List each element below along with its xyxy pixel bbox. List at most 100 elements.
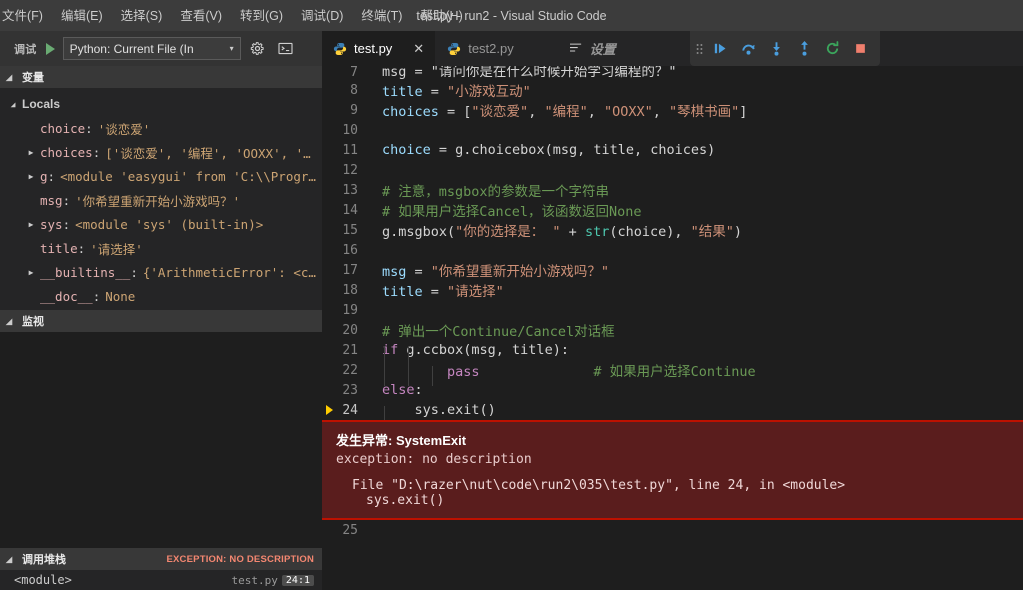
menu-selection[interactable]: 选择(S) — [112, 4, 172, 28]
code-token: "小游戏互动" — [447, 84, 531, 100]
code-line-after-exception[interactable]: 25 — [322, 520, 1023, 540]
code-editor[interactable]: 7 msg = "请问你是在什么时候开始学习编程的？" 8 title = "小游戏互… — [322, 66, 1023, 590]
code-line[interactable]: 20 # 弹出一个Continue/Cancel对话框 — [322, 320, 1023, 341]
variable-row-sys[interactable]: ▶ sys : <module 'sys' (built-in)> — [0, 212, 322, 236]
code-line[interactable]: 19 — [322, 300, 1023, 320]
debug-launch-toolbar: 调试 Python: Current File (In ▾ — [0, 31, 322, 66]
chevron-right-icon[interactable]: ▶ — [22, 220, 40, 229]
debug-configuration-dropdown[interactable]: Python: Current File (In ▾ — [62, 37, 241, 60]
variables-list[interactable]: ◢ Locals choice : '谈恋爱' ▶ choices : ['谈恋… — [0, 88, 322, 308]
restart-button[interactable] — [818, 35, 846, 63]
code-token: "琴棋书画" — [669, 104, 740, 120]
variable-row-title[interactable]: title : '请选择' — [0, 236, 322, 260]
code-token: g.msgbox( — [382, 224, 456, 240]
code-token: = — [430, 84, 448, 100]
line-number: 25 — [342, 522, 358, 538]
code-line[interactable]: 12 — [322, 160, 1023, 180]
variables-pane-header[interactable]: ◢ 变量 — [0, 66, 322, 88]
step-into-button[interactable] — [762, 35, 790, 63]
debug-console-icon[interactable] — [275, 38, 297, 60]
exception-widget: 发生异常: SystemExit exception: no descripti… — [322, 420, 1023, 520]
code-line[interactable]: 11 choice = g.choicebox(msg, title, choic… — [322, 140, 1023, 160]
code-line[interactable]: 14 # 如果用户选择Cancel，该函数返回None — [322, 200, 1023, 221]
code-lines[interactable]: 7 msg = "请问你是在什么时候开始学习编程的？" 8 title = "小游戏互… — [322, 66, 1023, 426]
menu-file[interactable]: 文件(F) — [0, 4, 52, 28]
menu-edit[interactable]: 编辑(E) — [52, 4, 112, 28]
code-token: "结果" — [690, 224, 734, 240]
chevron-right-icon[interactable]: ▶ — [22, 268, 40, 277]
code-token: "编程" — [544, 104, 588, 120]
continue-button[interactable] — [706, 35, 734, 63]
tab-label: 设置 — [589, 42, 616, 57]
code-token: msg = "请问你是在什么时候开始学习编程的？" — [382, 66, 677, 80]
gear-icon[interactable] — [247, 38, 269, 60]
line-number: 9 — [350, 102, 358, 118]
watch-pane-header[interactable]: ◢ 监视 — [0, 310, 322, 332]
step-out-button[interactable] — [790, 35, 818, 63]
variable-row-msg[interactable]: msg : '你希望重新开始小游戏吗？' — [0, 188, 322, 212]
variable-row-g[interactable]: ▶ g : <module 'easygui' from 'C:\\Progr… — [0, 164, 322, 188]
chevron-down-icon: ◢ — [6, 554, 13, 564]
menu-terminal[interactable]: 终端(T) — [352, 4, 411, 28]
variable-row-builtins[interactable]: ▶ __builtins__ : {'ArithmeticError': <c… — [0, 260, 322, 284]
variable-row-choices[interactable]: ▶ choices : ['谈恋爱', '编程', 'OOXX', '… — [0, 140, 322, 164]
code-line[interactable]: 18 title = "请选择" — [322, 280, 1023, 301]
code-line[interactable]: 21 if g.ccbox(msg, title): — [322, 340, 1023, 360]
code-line[interactable]: 9 choices = ["谈恋爱", "编程", "OOXX", "琴棋书画"] — [322, 100, 1023, 121]
callstack-frame-file: test.py — [231, 573, 278, 587]
variable-value: {'ArithmeticError': <c… — [142, 264, 316, 280]
variable-value: ['谈恋爱', '编程', 'OOXX', '… — [105, 145, 311, 161]
chevron-down-icon: ◢ — [6, 72, 13, 82]
menu-help[interactable]: 帮助(H) — [411, 4, 471, 28]
variable-value: '你希望重新开始小游戏吗？' — [75, 193, 241, 209]
variable-row-doc[interactable]: __doc__ : None — [0, 284, 322, 308]
callstack-pane-header[interactable]: ◢ 调用堆栈 EXCEPTION: NO DESCRIPTION — [0, 548, 322, 570]
tab-test-py[interactable]: test.py ✕ — [322, 31, 437, 66]
stop-button[interactable] — [846, 35, 874, 63]
scope-label: Locals — [22, 97, 61, 111]
current-execution-arrow-icon — [326, 405, 333, 415]
code-token: # 注意，msgbox的参数是一个字符串 — [382, 184, 610, 200]
variable-row-choice[interactable]: choice : '谈恋爱' — [0, 116, 322, 140]
exception-trace-file: File "D:\razer\nut\code\run2\035\test.py… — [352, 478, 846, 493]
code-line[interactable]: 22 pass # 如果用户选择Continue — [322, 360, 1023, 381]
chevron-right-icon[interactable]: ▶ — [22, 172, 40, 181]
close-icon[interactable]: ✕ — [413, 42, 424, 55]
drag-handle[interactable] — [692, 41, 706, 57]
code-text: choice = g.choicebox(msg, title, choices… — [378, 142, 715, 158]
code-line[interactable]: 8 title = "小游戏互动" — [322, 80, 1023, 101]
exception-trace-code: sys.exit() — [366, 493, 445, 508]
line-number: 24 — [322, 403, 378, 418]
code-token: , — [528, 104, 545, 120]
menu-debug[interactable]: 调试(D) — [292, 4, 352, 28]
vscode-window: 文件(F) 编辑(E) 选择(S) 查看(V) 转到(G) 调试(D) 终端(T… — [0, 0, 1023, 590]
code-line[interactable]: 23 else: — [322, 380, 1023, 400]
chevron-right-icon[interactable]: ▶ — [22, 148, 40, 157]
start-debugging-icon[interactable] — [45, 42, 55, 55]
tab-settings[interactable]: 设置 ✕ — [558, 31, 660, 66]
tab-test2-py[interactable]: test2.py ✕ — [436, 31, 558, 66]
callstack-row[interactable]: <module> test.py 24:1 — [0, 570, 322, 590]
colon: : — [47, 168, 56, 184]
code-line[interactable]: 13 # 注意，msgbox的参数是一个字符串 — [322, 180, 1023, 201]
code-line[interactable]: 16 — [322, 240, 1023, 260]
chevron-down-icon: ◢ — [6, 316, 13, 326]
code-line[interactable]: 15 g.msgbox("你的选择是： " + str(choice), "结果"… — [322, 220, 1023, 241]
menu-view[interactable]: 查看(V) — [171, 4, 231, 28]
step-over-button[interactable] — [734, 35, 762, 63]
code-token: # 如果用户选择Continue — [593, 364, 756, 380]
variables-scope-row[interactable]: ◢ Locals — [0, 92, 322, 116]
code-text: pass # 如果用户选择Continue — [378, 360, 756, 380]
code-line[interactable]: 24 sys.exit() — [322, 400, 1023, 420]
code-line[interactable]: 7 msg = "请问你是在什么时候开始学习编程的？" — [322, 66, 1023, 80]
code-token: msg — [382, 264, 415, 280]
colon: : — [130, 264, 138, 280]
code-token: g.ccbox(msg, title): — [398, 342, 569, 358]
watch-empty-area[interactable] — [0, 332, 322, 548]
code-line[interactable]: 10 — [322, 120, 1023, 140]
menu-go[interactable]: 转到(G) — [231, 4, 292, 28]
code-line[interactable]: 17 msg = "你希望重新开始小游戏吗？" — [322, 260, 1023, 281]
variable-name: choice — [40, 120, 86, 136]
